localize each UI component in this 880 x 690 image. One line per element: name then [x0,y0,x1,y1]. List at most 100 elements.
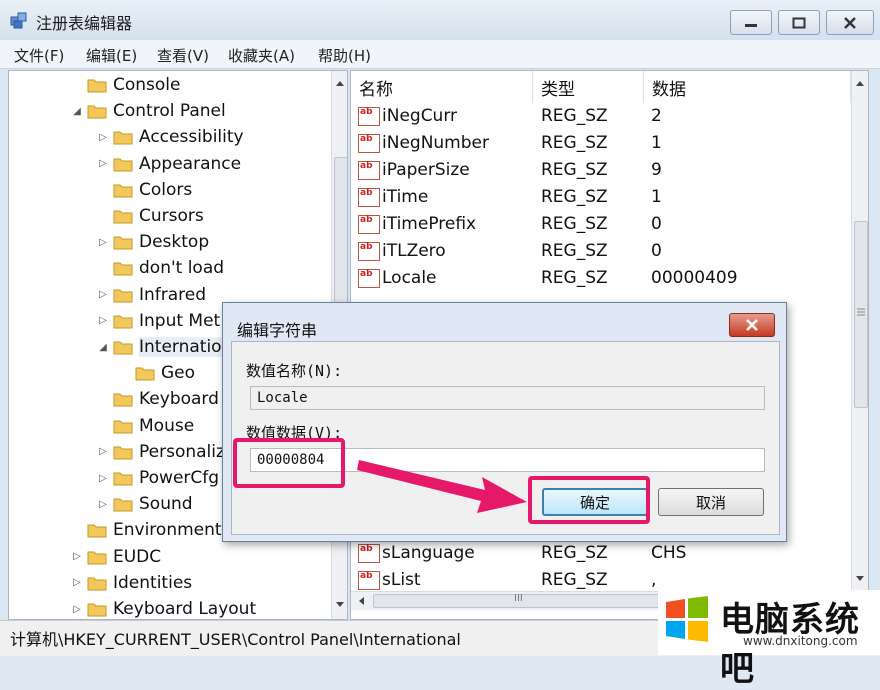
folder-icon [113,262,133,276]
list-hscroll-thumb[interactable]: III [373,593,675,608]
windows-logo-icon [666,596,708,642]
tree-item[interactable]: ▷ EUDC [71,544,161,570]
value-row[interactable]: ab iPaperSize REG_SZ 9 [351,157,851,184]
expand-arrow-icon[interactable]: ▷ [97,132,109,143]
tree-item[interactable]: ▷ Identities [71,570,192,596]
tree-item-label: Desktop [139,232,210,253]
folder-icon [135,367,155,381]
value-data: 00000409 [651,268,738,288]
tree-item[interactable]: Environment [71,517,222,543]
expand-arrow-icon[interactable]: ▷ [97,289,109,300]
tree-item[interactable]: ▷ PowerCfg [97,465,219,491]
value-row[interactable]: ab iNegCurr REG_SZ 2 [351,103,851,130]
column-name[interactable]: 名称 [351,71,533,103]
expand-arrow-icon[interactable]: ◢ [97,342,109,353]
expand-arrow-icon[interactable]: ▷ [71,551,83,562]
minimize-icon [745,23,757,27]
tree-item[interactable]: ▷ Sound [97,491,192,517]
menu-edit[interactable]: 编辑(E) [86,45,137,66]
tree-item[interactable]: Colors [97,177,192,203]
value-row[interactable]: ab iTLZero REG_SZ 0 [351,238,851,265]
tree-item-label: Input Met [139,310,221,331]
value-name: Locale [382,268,437,288]
value-name: iTLZero [382,241,446,261]
value-row[interactable]: ab iTime REG_SZ 1 [351,184,851,211]
dialog-close-button[interactable] [729,313,775,337]
list-vertical-scrollbar[interactable] [851,71,868,591]
hscroll-grip: III [514,593,523,604]
tree-item[interactable]: ▷ Accessibility [97,124,244,150]
tree-item-label: EUDC [113,546,162,567]
value-data: , [651,570,657,590]
value-type: REG_SZ [541,187,608,207]
scroll-grip-icon [857,308,865,316]
tree-item[interactable]: Keyboard [97,386,219,412]
tree-item-label: Keyboard [139,389,219,410]
value-type: REG_SZ [541,214,608,234]
scroll-down-icon[interactable] [855,575,865,583]
expand-arrow-icon[interactable]: ▷ [71,577,83,588]
column-type[interactable]: 类型 [533,71,644,103]
string-value-icon: ab [358,188,380,207]
tree-item[interactable]: ▷ Desktop [97,229,209,255]
close-button[interactable] [826,10,874,35]
window-title: 注册表编辑器 [36,14,133,33]
tree-item[interactable]: ▷ Appearance [97,151,241,177]
folder-icon [87,524,107,538]
expand-arrow-icon[interactable]: ◢ [71,106,83,117]
tree-item[interactable]: Console [71,72,181,98]
value-row[interactable]: ab Locale REG_SZ 00000409 [351,265,851,292]
folder-icon [113,184,133,198]
value-row[interactable]: ab iTimePrefix REG_SZ 0 [351,211,851,238]
menu-view[interactable]: 查看(V) [157,45,209,66]
tree-item[interactable]: Cursors [97,203,204,229]
cancel-button[interactable]: 取消 [658,488,764,516]
list-scroll-thumb[interactable] [854,221,868,408]
menu-help[interactable]: 帮助(H) [318,45,371,66]
tree-item-label: Mouse [139,415,195,436]
tree-item[interactable]: don't load [97,255,224,281]
tree-item[interactable]: ◢ Control Panel [71,98,226,124]
close-icon [746,319,758,331]
column-data[interactable]: 数据 [644,71,851,103]
folder-icon [113,236,133,250]
tree-item-label: Accessibility [139,127,244,148]
value-name: iNegCurr [382,106,458,126]
expand-arrow-icon[interactable]: ▷ [71,604,83,615]
folder-icon [113,158,133,172]
menu-file[interactable]: 文件(F) [14,45,64,66]
scroll-up-icon[interactable] [855,79,865,87]
value-data: 1 [651,187,662,207]
scroll-left-icon[interactable] [357,596,365,606]
value-data: 0 [651,214,662,234]
expand-arrow-icon[interactable]: ▷ [97,315,109,326]
tree-item-label: Personaliz [139,441,225,462]
scroll-down-icon[interactable] [335,601,345,609]
expand-arrow-icon[interactable]: ▷ [97,158,109,169]
tree-item[interactable]: ▷ Personaliz [97,439,225,465]
string-value-icon: ab [358,107,380,126]
tree-item-label: Cursors [139,206,204,226]
tree-item[interactable]: ▷ Keyboard Layout [71,596,256,619]
expand-arrow-icon[interactable]: ▷ [97,446,109,457]
folder-icon [87,603,107,617]
tree-item[interactable]: ▷ Input Met [97,308,220,334]
value-type: REG_SZ [541,133,608,153]
tree-item[interactable]: ▷ Infrared [97,282,206,308]
tree-item[interactable]: Geo [119,360,195,386]
value-row[interactable]: ab sLanguage REG_SZ CHS [351,540,851,567]
minimize-button[interactable] [730,10,772,35]
tree-item[interactable]: ◢ Internation [97,334,233,360]
maximize-button[interactable] [778,10,820,35]
folder-icon [87,79,107,93]
scroll-up-icon[interactable] [335,79,345,87]
menu-favorites[interactable]: 收藏夹(A) [228,45,295,66]
expand-arrow-icon[interactable]: ▷ [97,237,109,248]
expand-arrow-icon[interactable]: ▷ [97,499,109,510]
expand-arrow-icon[interactable]: ▷ [97,473,109,484]
value-row[interactable]: ab iNegNumber REG_SZ 1 [351,130,851,157]
value-type: REG_SZ [541,160,608,180]
string-value-icon: ab [358,242,380,261]
tree-item[interactable]: Mouse [97,413,194,439]
value-type: REG_SZ [541,241,608,261]
